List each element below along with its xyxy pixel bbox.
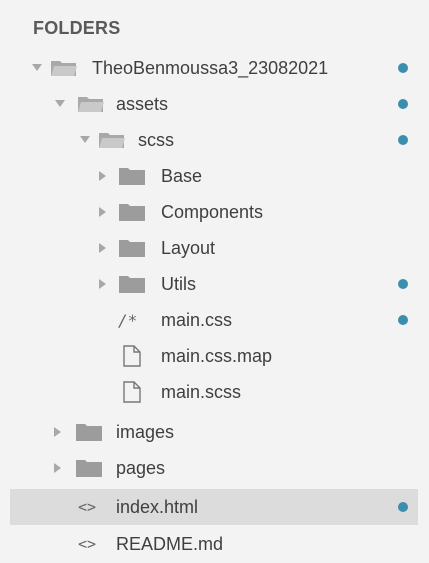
chevron-right-icon[interactable] bbox=[98, 279, 108, 289]
modified-indicator-dot bbox=[398, 63, 408, 73]
folder-icon bbox=[75, 422, 103, 442]
chevron-right-icon[interactable] bbox=[98, 207, 108, 217]
chevron-right-icon[interactable] bbox=[53, 463, 63, 473]
tree-item-label: Base bbox=[161, 165, 203, 186]
chevron-down-icon[interactable] bbox=[80, 135, 90, 145]
tree-item-label: Components bbox=[161, 201, 264, 222]
chevron-right-icon[interactable] bbox=[98, 171, 108, 181]
tree-item-label: scss bbox=[138, 129, 174, 150]
folders-section-title: FOLDERS bbox=[33, 18, 121, 38]
modified-indicator-dot bbox=[398, 279, 408, 289]
tree-item-root-folder[interactable]: TheoBenmoussa3_23082021 bbox=[10, 50, 418, 86]
modified-indicator-dot bbox=[398, 99, 408, 109]
code-icon: <> bbox=[78, 498, 97, 516]
chevron-right-icon[interactable] bbox=[53, 427, 63, 437]
folder-icon bbox=[118, 274, 146, 294]
tree-item-base-folder[interactable]: Base bbox=[10, 158, 418, 194]
tree-item-layout-folder[interactable]: Layout bbox=[10, 230, 418, 266]
folder-icon bbox=[118, 166, 146, 186]
chevron-down-icon[interactable] bbox=[32, 63, 42, 73]
tree-item-label: main.css.map bbox=[161, 345, 273, 366]
tree-item-readme-md[interactable]: <> README.md bbox=[10, 526, 418, 562]
tree-item-components-folder[interactable]: Components bbox=[10, 194, 418, 230]
tree-item-label: main.css bbox=[161, 309, 233, 330]
tree-item-label: images bbox=[116, 421, 175, 442]
tree-item-label: TheoBenmoussa3_23082021 bbox=[92, 57, 329, 78]
code-icon: <> bbox=[78, 535, 97, 553]
tree-item-label: main.scss bbox=[161, 381, 242, 402]
tree-item-label: pages bbox=[116, 457, 166, 478]
tree-item-pages-folder[interactable]: pages bbox=[10, 450, 418, 486]
folder-open-icon bbox=[77, 94, 105, 114]
chevron-down-icon[interactable] bbox=[55, 99, 65, 109]
tree-item-scss-folder[interactable]: scss bbox=[10, 122, 418, 158]
tree-item-label: README.md bbox=[116, 533, 224, 554]
file-icon bbox=[122, 381, 142, 403]
file-icon bbox=[122, 345, 142, 367]
folder-open-icon bbox=[50, 58, 78, 78]
tree-item-main-css-map[interactable]: main.css.map bbox=[10, 338, 418, 374]
sidebar-explorer: FOLDERS TheoBenmoussa3_23082021 assets s… bbox=[0, 0, 429, 563]
folder-icon bbox=[75, 458, 103, 478]
folder-icon bbox=[118, 202, 146, 222]
tree-item-index-html[interactable]: <> index.html bbox=[10, 489, 418, 525]
modified-indicator-dot bbox=[398, 135, 408, 145]
folder-icon bbox=[118, 238, 146, 258]
chevron-right-icon[interactable] bbox=[98, 243, 108, 253]
tree-item-main-scss[interactable]: main.scss bbox=[10, 374, 418, 410]
tree-item-utils-folder[interactable]: Utils bbox=[10, 266, 418, 302]
tree-item-label: Utils bbox=[161, 273, 196, 294]
tree-item-label: index.html bbox=[116, 496, 199, 517]
tree-item-images-folder[interactable]: images bbox=[10, 414, 418, 450]
tree-item-label: Layout bbox=[161, 237, 216, 258]
tree-item-main-css[interactable]: /* main.css bbox=[10, 302, 418, 338]
tree-item-assets-folder[interactable]: assets bbox=[10, 86, 418, 122]
css-comment-icon: /* bbox=[118, 310, 138, 330]
tree-item-label: assets bbox=[116, 93, 169, 114]
modified-indicator-dot bbox=[398, 315, 408, 325]
modified-indicator-dot bbox=[398, 502, 408, 512]
folder-open-icon bbox=[98, 130, 126, 150]
